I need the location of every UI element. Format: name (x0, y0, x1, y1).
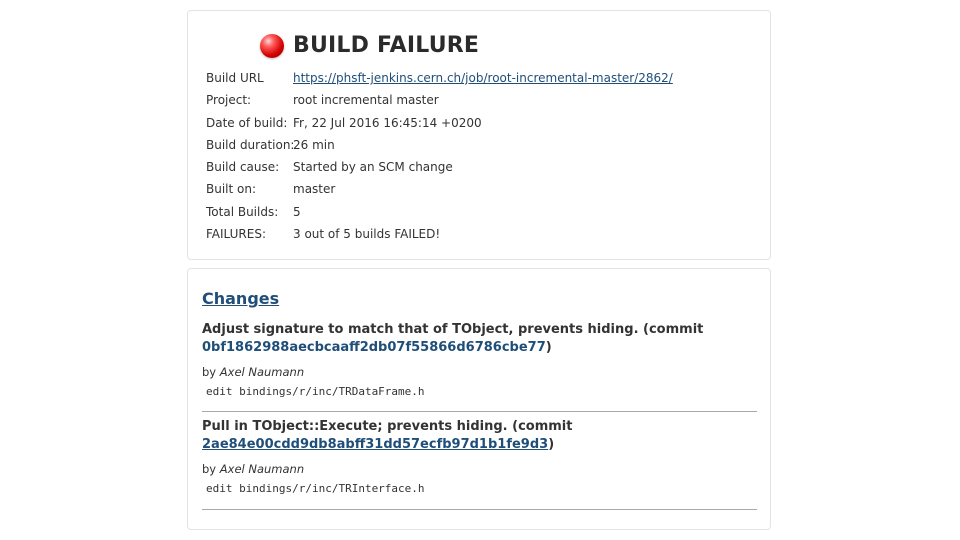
info-label: Total Builds: (206, 204, 279, 219)
changes-card: Changes Adjust signature to match that o… (187, 268, 771, 530)
info-row-date: Date of build: Fr, 22 Jul 2016 16:45:14 … (206, 112, 673, 134)
info-value: Fr, 22 Jul 2016 16:45:14 +0200 (293, 115, 482, 130)
build-info-table: Build URL https://phsft-jenkins.cern.ch/… (206, 67, 673, 245)
info-value: 26 min (293, 137, 335, 152)
change-close-paren: ) (545, 340, 552, 355)
red-ball-icon (260, 33, 284, 58)
build-summary-card: BUILD FAILURE Build URL https://phsft-je… (187, 10, 771, 260)
info-value: 3 out of 5 builds FAILED! (293, 227, 441, 242)
info-label: Date of build: (206, 115, 288, 130)
author-prefix: by (202, 462, 220, 476)
change-title: Adjust signature to match that of TObjec… (202, 321, 757, 357)
info-label: Built on: (206, 182, 257, 197)
changed-file: edit bindings/r/inc/TRInterface.h (206, 482, 425, 495)
change-title: Pull in TObject::Execute; prevents hidin… (202, 418, 757, 454)
changes-heading-link[interactable]: Changes (202, 289, 279, 308)
info-label: Build URL (206, 71, 264, 85)
info-value: 5 (293, 204, 301, 219)
info-row-cause: Build cause: Started by an SCM change (206, 156, 673, 178)
author-name: Axel Naumann (219, 462, 305, 476)
change-item: Pull in TObject::Execute; prevents hidin… (202, 418, 757, 510)
info-row-failures: FAILURES: 3 out of 5 builds FAILED! (206, 223, 673, 245)
build-header: BUILD FAILURE (260, 33, 479, 58)
change-author: by Axel Naumann (202, 462, 757, 476)
commit-hash-link[interactable]: 2ae84e00cdd9db8abff31dd57ecfb97d1b1fe9d3 (202, 437, 548, 452)
info-value: master (293, 182, 336, 197)
build-status-title: BUILD FAILURE (293, 33, 480, 58)
info-row-total-builds: Total Builds: 5 (206, 201, 673, 223)
author-name: Axel Naumann (219, 365, 305, 379)
info-label: FAILURES: (206, 227, 266, 242)
info-label: Build duration: (206, 137, 295, 152)
change-item: Adjust signature to match that of TObjec… (202, 321, 757, 412)
change-author: by Axel Naumann (202, 365, 757, 379)
change-message: Pull in TObject::Execute; prevents hidin… (202, 419, 573, 434)
info-row-built-on: Built on: master (206, 178, 673, 200)
info-value: Started by an SCM change (293, 160, 453, 175)
commit-hash-link[interactable]: 0bf1862988aecbcaaff2db07f55866d6786cbe77 (202, 340, 546, 355)
build-url-link[interactable]: https://phsft-jenkins.cern.ch/job/root-i… (293, 67, 673, 89)
change-close-paren: ) (548, 437, 555, 452)
info-label: Build cause: (206, 160, 280, 175)
info-row-project: Project: root incremental master (206, 89, 673, 111)
info-value: root incremental master (293, 93, 439, 108)
info-row-duration: Build duration: 26 min (206, 134, 673, 156)
info-label: Project: (206, 93, 252, 108)
change-message: Adjust signature to match that of TObjec… (202, 322, 704, 337)
changed-file: edit bindings/r/inc/TRDataFrame.h (206, 385, 425, 398)
info-row-build-url: Build URL https://phsft-jenkins.cern.ch/… (206, 67, 673, 89)
author-prefix: by (202, 365, 220, 379)
